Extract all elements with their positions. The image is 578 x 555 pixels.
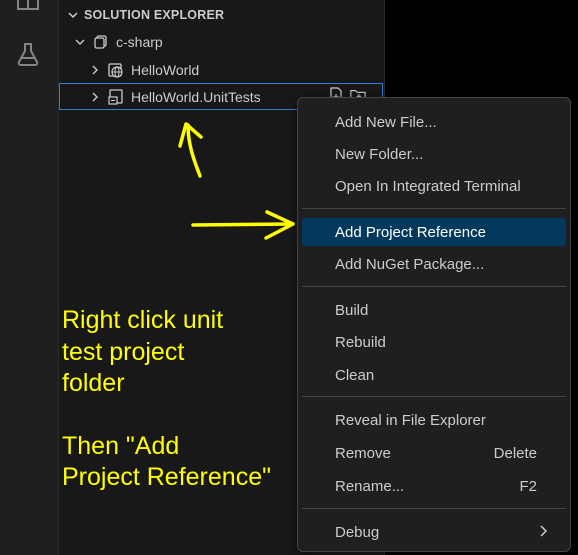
testing-flask-icon[interactable] xyxy=(15,41,41,67)
menu-item-label: Debug xyxy=(335,523,380,541)
chevron-down-icon xyxy=(72,34,88,50)
annotation-line: Project Reference" xyxy=(62,463,271,491)
menu-item-clean[interactable]: Clean xyxy=(302,362,566,388)
menu-item-label: Rebuild xyxy=(335,333,386,351)
tree-item-label: c-sharp xyxy=(116,34,163,50)
menu-item-add-nuget-package[interactable]: Add NuGet Package... xyxy=(302,251,566,277)
chevron-right-icon xyxy=(538,524,550,542)
explorer-icon[interactable] xyxy=(15,0,41,16)
menu-item-add-project-reference[interactable]: Add Project Reference xyxy=(302,218,566,246)
menu-item-reveal-in-file-explorer[interactable]: Reveal in File Explorer xyxy=(302,407,566,433)
tree-item-label: HelloWorld xyxy=(131,62,200,78)
menu-item-label: Clean xyxy=(335,366,375,384)
annotation-line: folder xyxy=(62,369,125,397)
annotation-text: Right click unit test project folder The… xyxy=(62,305,302,494)
web-project-icon xyxy=(107,61,125,79)
annotation-line: Right click unit xyxy=(62,306,224,334)
activity-bar xyxy=(0,0,59,555)
menu-item-rename[interactable]: Rename... F2 xyxy=(302,473,566,499)
chevron-right-icon xyxy=(87,62,103,78)
menu-item-label: Reveal in File Explorer xyxy=(335,411,486,429)
annotation-line: test project xyxy=(62,337,185,366)
tree-item-solution[interactable]: c-sharp xyxy=(59,29,397,55)
section-title: SOLUTION EXPLORER xyxy=(84,8,225,22)
menu-item-remove[interactable]: Remove Delete xyxy=(302,440,566,466)
menu-item-label: Rename... xyxy=(335,477,405,495)
menu-item-new-folder[interactable]: New Folder... xyxy=(302,141,566,167)
menu-separator xyxy=(302,508,566,509)
menu-separator xyxy=(302,208,566,209)
solution-icon xyxy=(92,33,110,51)
test-project-icon xyxy=(107,88,125,106)
context-menu: Add New File... New Folder... Open In In… xyxy=(297,97,571,552)
chevron-down-icon xyxy=(62,4,84,26)
chevron-right-icon xyxy=(87,89,103,105)
menu-item-label: Add NuGet Package... xyxy=(335,255,485,273)
menu-item-label: Add New File... xyxy=(335,113,437,131)
tree-item-helloworld[interactable]: HelloWorld xyxy=(59,57,412,83)
menu-item-label: Remove xyxy=(335,444,391,462)
annotation-line: Then "Add xyxy=(62,431,180,460)
menu-item-rebuild[interactable]: Rebuild xyxy=(302,329,566,355)
menu-separator xyxy=(302,396,566,397)
menu-item-build[interactable]: Build xyxy=(302,297,566,323)
menu-item-debug[interactable]: Debug xyxy=(302,519,566,545)
menu-item-add-new-file[interactable]: Add New File... xyxy=(302,109,566,135)
menu-separator xyxy=(302,286,566,287)
menu-item-label: New Folder... xyxy=(335,145,424,163)
menu-item-shortcut: Delete xyxy=(493,444,537,462)
tree-item-label: HelloWorld.UnitTests xyxy=(131,88,261,105)
menu-item-open-terminal[interactable]: Open In Integrated Terminal xyxy=(302,173,566,199)
menu-item-label: Build xyxy=(335,301,369,319)
menu-item-shortcut: F2 xyxy=(519,477,537,495)
menu-item-label: Add Project Reference xyxy=(335,223,486,241)
solution-explorer-header[interactable]: SOLUTION EXPLORER xyxy=(59,4,384,26)
menu-item-label: Open In Integrated Terminal xyxy=(335,177,521,195)
